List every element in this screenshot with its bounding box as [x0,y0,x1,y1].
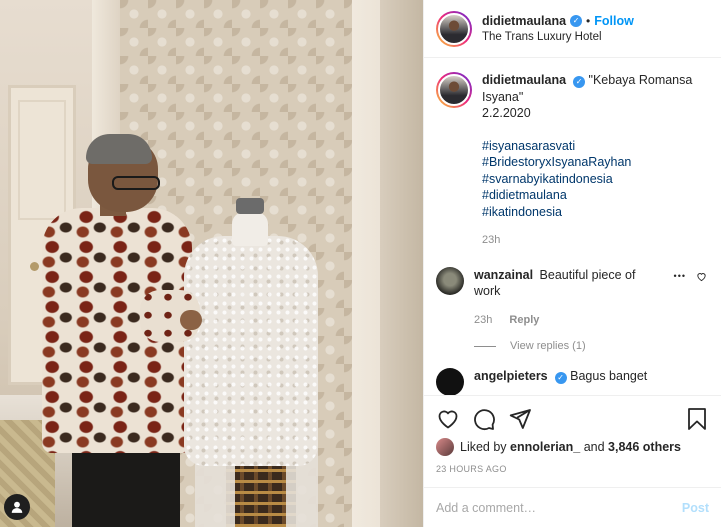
liker-username[interactable]: ennolerian_ [510,440,580,454]
hashtag-link[interactable]: #didietmaulana [482,187,692,204]
comment-text: Beautiful piece of [539,267,636,282]
comment-body: wanzainal Beautiful piece of work 23h Re… [474,267,664,329]
caption-avatar-image [438,74,470,106]
commenter-username[interactable]: angelpieters [474,369,548,383]
likes-summary[interactable]: Liked by ennolerian_ and 3,846 others [436,438,709,456]
post-photo[interactable] [0,0,423,527]
photo-door-panel [18,100,66,220]
photo-wall-right-shadow [380,0,423,527]
view-replies-label: View replies (1) [510,340,586,352]
post-header: didietmaulana ✓ • Follow The Trans Luxur… [424,0,721,58]
commenter-avatar[interactable] [436,368,464,395]
like-heart-icon[interactable] [436,407,460,431]
tagged-user-icon[interactable] [4,494,30,520]
caption-username[interactable]: didietmaulana [482,73,566,87]
reply-button[interactable]: Reply [509,314,539,326]
separator-dot: • [586,13,591,28]
photo-man-legs [72,440,180,527]
hashtag-link[interactable]: #BridestoryxIsyanaRayhan [482,154,692,171]
comment-bubble-icon[interactable] [472,407,496,431]
replies-line [474,345,496,347]
like-comment-heart-icon[interactable] [696,271,707,282]
comment-text: Bagus banget [570,369,648,383]
caption-text: "Kebaya Romansa [588,73,693,87]
photo-mannequin-cap [236,198,264,214]
more-options-icon[interactable]: ••• [674,271,686,281]
comments-section[interactable]: didietmaulana ✓ "Kebaya Romansa Isyana" 2… [424,58,721,395]
hashtag-link[interactable]: #ikatindonesia [482,204,692,221]
comment-body: angelpieters ✓ Bagus banget [474,368,647,395]
caption-time[interactable]: 23h [482,234,500,246]
post-sidebar: didietmaulana ✓ • Follow The Trans Luxur… [423,0,721,527]
caption-meta: 23h [482,232,692,249]
photo-man-hand [180,310,202,330]
photo-man-hair [86,134,152,164]
comment-meta: 23h Reply [474,312,664,329]
caption-line-3: 2.2.2020 [482,106,531,120]
caption-lines: didietmaulana ✓ "Kebaya Romansa Isyana" 2… [482,72,692,122]
likes-middle: and [583,440,605,454]
view-replies-button[interactable]: View replies (1) [474,340,709,352]
author-avatar-image [438,12,470,45]
add-comment-bar: Post [424,487,721,527]
comment-text-line-2: work [474,284,501,298]
photo-door-knob [30,262,39,271]
hashtag-link[interactable]: #isyanasarasvati [482,138,692,155]
verified-badge-icon: ✓ [570,14,583,27]
post-timestamp[interactable]: 23 HOURS AGO [436,464,709,474]
location-link[interactable]: The Trans Luxury Hotel [482,29,634,45]
verified-badge-icon: ✓ [573,76,586,89]
caption: didietmaulana ✓ "Kebaya Romansa Isyana" 2… [436,72,709,249]
hashtag-link[interactable]: #svarnabyikatindonesia [482,171,692,188]
action-icons [436,404,709,434]
comment-input[interactable] [436,500,682,515]
author-username[interactable]: didietmaulana [482,13,566,29]
commenter-username[interactable]: wanzainal [474,268,533,282]
caption-line-1: didietmaulana ✓ "Kebaya Romansa [482,72,692,89]
photo-lace-kebaya [184,236,318,466]
likes-count[interactable]: 3,846 others [608,440,681,454]
comment-item: angelpieters ✓ Bagus banget [436,368,709,395]
hashtag-list: #isyanasarasvati #BridestoryxIsyanaRayha… [482,138,692,221]
comment-time[interactable]: 23h [474,314,492,326]
header-row: didietmaulana ✓ • Follow [482,13,634,29]
save-bookmark-icon[interactable] [685,407,709,431]
person-icon [11,501,23,513]
comment-text-line-1: wanzainal Beautiful piece of [474,267,664,284]
caption-body: didietmaulana ✓ "Kebaya Romansa Isyana" 2… [482,72,692,249]
photo-man-glasses [112,176,160,190]
caption-line-2: Isyana" [482,89,524,104]
post-actions: Liked by ennolerian_ and 3,846 others 23… [424,395,721,487]
verified-badge-icon: ✓ [554,372,567,385]
photo-mannequin-neck [232,212,268,246]
author-avatar[interactable] [436,10,472,47]
caption-avatar[interactable] [436,72,472,108]
header-text: didietmaulana ✓ • Follow The Trans Luxur… [482,13,634,45]
share-paper-plane-icon[interactable] [508,407,532,431]
instagram-post: didietmaulana ✓ • Follow The Trans Luxur… [0,0,721,527]
commenter-avatar[interactable] [436,266,464,295]
likes-prefix: Liked by [460,440,507,454]
comment-actions: ••• [674,271,707,282]
follow-button[interactable]: Follow [594,13,634,29]
liker-avatar [436,438,454,456]
comment-item: wanzainal Beautiful piece of work 23h Re… [436,266,709,329]
post-comment-button[interactable]: Post [682,501,709,515]
